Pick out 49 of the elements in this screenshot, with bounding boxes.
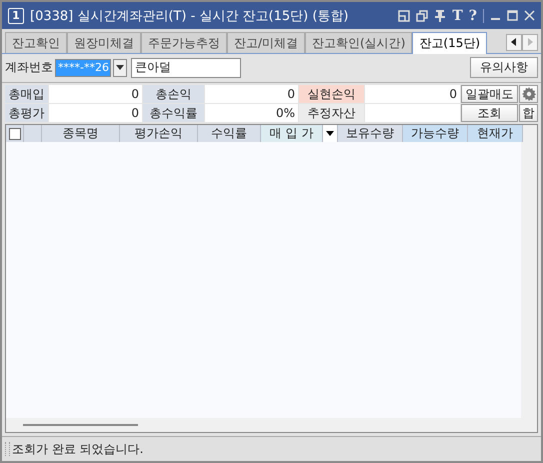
column-header[interactable]: 매 입 가: [261, 125, 323, 142]
column-header[interactable]: 현재가: [468, 125, 523, 142]
close-icon[interactable]: [524, 10, 535, 21]
tab[interactable]: 잔고(15단): [412, 32, 488, 54]
summary-value: 0: [49, 104, 142, 122]
summary-label: 총수익률: [143, 104, 204, 122]
window-title: [0338] 실시간계좌관리(T) - 실시간 잔고(15단) (통합): [30, 8, 350, 24]
left-arrow-icon: [511, 38, 517, 46]
action-button[interactable]: 일괄매도: [461, 85, 518, 103]
copy-icon[interactable]: [416, 10, 428, 22]
window-number-badge: 1: [8, 8, 24, 24]
tab[interactable]: 잔고확인: [5, 32, 67, 53]
pin-icon[interactable]: [434, 9, 446, 22]
column-header[interactable]: 종목명: [42, 125, 120, 142]
tab[interactable]: 잔고/미체결: [227, 32, 306, 53]
account-name-field[interactable]: 큰아덜: [131, 58, 241, 78]
status-message: 조회가 완료 되었습니다.: [12, 440, 144, 458]
help-button[interactable]: ?: [468, 8, 477, 22]
select-all-checkbox[interactable]: [8, 128, 20, 140]
dropdown-button[interactable]: [113, 58, 127, 76]
tab[interactable]: 원장미체결: [67, 32, 141, 53]
summary-value: 0: [205, 85, 298, 103]
column-header[interactable]: 수익률: [198, 125, 261, 142]
summary-label: 실현손익: [299, 85, 364, 103]
action-button[interactable]: 합: [519, 104, 538, 122]
dropdown-icon[interactable]: [326, 131, 334, 136]
action-button[interactable]: 조회: [461, 104, 518, 122]
horizontal-scrollbar-thumb[interactable]: [23, 424, 138, 426]
column-header[interactable]: 가능수량: [403, 125, 468, 142]
scroll-left-button[interactable]: [506, 34, 522, 50]
summary-value: 0: [49, 85, 142, 103]
summary-label: 총평가: [5, 104, 48, 122]
layout-icon[interactable]: [398, 10, 410, 22]
summary-label: 총손익: [143, 85, 204, 103]
settings-icon[interactable]: [522, 87, 536, 101]
tab[interactable]: 잔고확인(실시간): [305, 32, 412, 53]
summary-label: 추정자산: [299, 104, 364, 122]
summary-value: 0%: [205, 104, 298, 122]
font-button[interactable]: T: [452, 8, 463, 22]
maximize-icon[interactable]: [507, 10, 518, 21]
summary-value: 0: [365, 85, 460, 103]
column-header[interactable]: 보유수량: [338, 125, 403, 142]
account-label: 계좌번호: [5, 59, 53, 76]
right-arrow-icon: [527, 38, 533, 46]
summary-label: 총매입: [5, 85, 48, 103]
tab[interactable]: 주문가능추정: [141, 32, 227, 53]
column-header[interactable]: 평가손익: [120, 125, 198, 142]
caret-icon: [116, 65, 124, 70]
notice-button[interactable]: 유의사항: [470, 57, 538, 78]
